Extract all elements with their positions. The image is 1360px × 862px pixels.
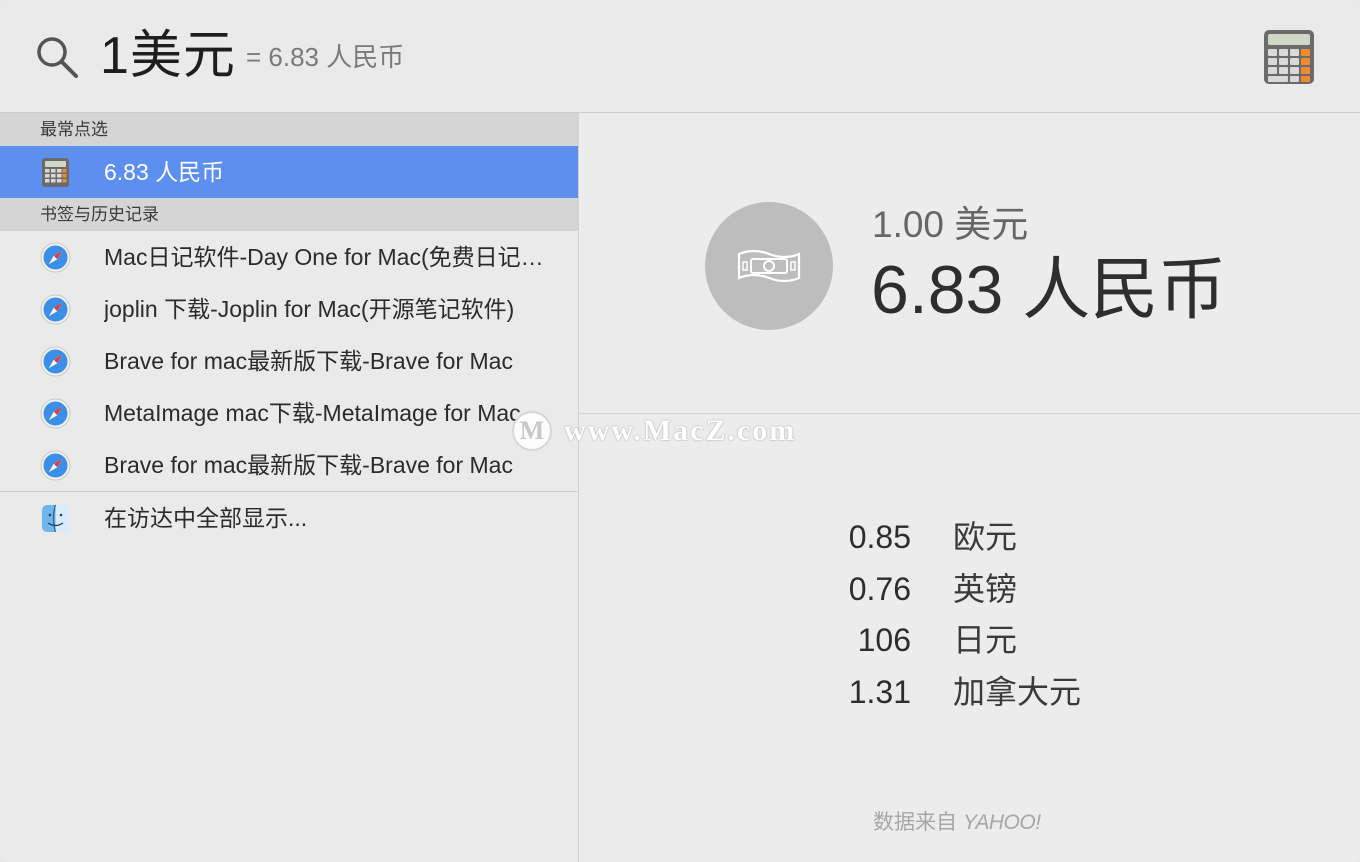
rate-currency: 欧元 <box>953 519 1018 555</box>
rate-row: 0.85 欧元 <box>579 511 1360 563</box>
bookmark-row[interactable]: Brave for mac最新版下载-Brave for Mac <box>0 439 578 491</box>
bookmark-row[interactable]: joplin 下载-Joplin for Mac(开源笔记软件) <box>0 283 578 335</box>
results-list: 最常点选 6.83 人民币 书签与历史记录 Mac日记软件-Day One fo… <box>0 113 579 862</box>
result-row-top-hit[interactable]: 6.83 人民币 <box>0 146 578 198</box>
rate-row: 0.76 英镑 <box>579 563 1360 615</box>
rate-value: 0.85 <box>848 519 911 555</box>
section-header-bookmarks: 书签与历史记录 <box>0 198 578 231</box>
rate-currency: 英镑 <box>953 571 1018 607</box>
rate-row: 1.31 加拿大元 <box>579 666 1360 718</box>
inline-result: = 6.83 人民币 <box>246 42 405 72</box>
rate-value: 106 <box>857 622 911 658</box>
bookmark-label: Brave for mac最新版下载-Brave for Mac <box>104 348 513 374</box>
from-amount: 1.00 美元 <box>872 204 1029 245</box>
rate-value: 0.76 <box>848 571 911 607</box>
bookmark-label: Mac日记软件-Day One for Mac(免费日记软件) 下载 <box>104 244 544 270</box>
safari-icon <box>40 398 71 429</box>
bookmark-row[interactable]: Brave for mac最新版下载-Brave for Mac <box>0 335 578 387</box>
search-input[interactable]: 1美元 <box>100 22 236 90</box>
yahoo-logo[interactable]: YAHOO! <box>963 811 1041 834</box>
watermark: M www.MacZ.com <box>512 410 796 452</box>
rate-value: 1.31 <box>848 674 911 710</box>
bookmark-label: joplin 下载-Joplin for Mac(开源笔记软件) <box>104 296 515 322</box>
watermark-text: www.MacZ.com <box>564 414 797 447</box>
search-bar: 1美元 = 6.83 人民币 <box>0 0 1360 113</box>
bookmark-row[interactable]: MetaImage mac下载-MetaImage for Mac <box>0 387 578 439</box>
bookmark-label: Brave for mac最新版下载-Brave for Mac <box>104 452 513 478</box>
rate-currency: 加拿大元 <box>953 674 1082 710</box>
rate-currency: 日元 <box>953 622 1018 658</box>
calculator-icon <box>42 158 69 187</box>
bookmark-label: MetaImage mac下载-MetaImage for Mac <box>104 400 521 426</box>
safari-icon <box>40 294 71 325</box>
to-amount: 6.83 人民币 <box>871 252 1227 328</box>
show-all-label: 在访达中全部显示... <box>104 505 308 531</box>
spotlight-window: 1美元 = 6.83 人民币 最常点选 6.83 人民币 书签与历史记录 Mac… <box>0 0 1360 862</box>
preview-pane: 1.00 美元 6.83 人民币 0.85 欧元 0.76 英镑 106 日元 … <box>579 113 1360 862</box>
show-all-in-finder-row[interactable]: 在访达中全部显示... <box>0 492 578 544</box>
bookmark-row[interactable]: Mac日记软件-Day One for Mac(免费日记软件) 下载 <box>0 231 578 283</box>
data-source: 数据来自 YAHOO! <box>873 809 1041 837</box>
result-label: 6.83 人民币 <box>104 159 225 185</box>
safari-icon <box>40 242 71 273</box>
safari-icon <box>40 346 71 377</box>
data-source-prefix: 数据来自 <box>873 811 957 834</box>
calculator-icon <box>1264 30 1314 84</box>
section-header-top-hit: 最常点选 <box>0 113 578 146</box>
rate-row: 106 日元 <box>579 614 1360 666</box>
search-icon <box>37 37 78 78</box>
currency-circle <box>705 202 833 330</box>
watermark-logo: M <box>512 411 552 451</box>
finder-icon <box>42 504 69 533</box>
money-icon <box>737 249 801 283</box>
safari-icon <box>40 450 71 481</box>
